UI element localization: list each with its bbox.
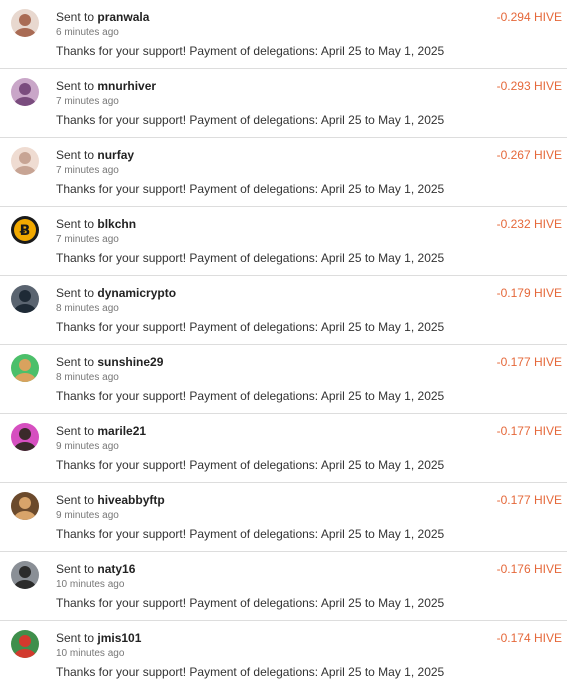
transfer-prefix: Sent to	[56, 217, 95, 231]
transfer-amount: -0.293 HIVE	[496, 79, 562, 93]
recipient-link[interactable]: marile21	[97, 424, 146, 438]
transfer-title: Sent to nurfay	[56, 148, 134, 162]
transfer-title: Sent to blkchn	[56, 217, 136, 231]
transfer-row: Sent to pranwala 6 minutes ago Thanks fo…	[0, 0, 567, 69]
transfer-amount: -0.174 HIVE	[496, 631, 562, 645]
transfer-amount: -0.177 HIVE	[496, 424, 562, 438]
transfer-memo: Thanks for your support! Payment of dele…	[56, 527, 445, 541]
transfer-time: 9 minutes ago	[56, 510, 119, 521]
transfer-amount: -0.267 HIVE	[496, 148, 562, 162]
user-avatar-icon[interactable]	[11, 492, 39, 520]
user-avatar-icon[interactable]	[11, 78, 39, 106]
transfer-row: Sent to sunshine29 8 minutes ago Thanks …	[0, 345, 567, 414]
recipient-link[interactable]: pranwala	[97, 10, 149, 24]
transfer-prefix: Sent to	[56, 355, 95, 369]
user-avatar-icon[interactable]	[11, 561, 39, 589]
recipient-link[interactable]: naty16	[97, 562, 135, 576]
transfer-row: Sent to nurfay 7 minutes ago Thanks for …	[0, 138, 567, 207]
transfer-list: Sent to pranwala 6 minutes ago Thanks fo…	[0, 0, 567, 690]
transfer-prefix: Sent to	[56, 424, 95, 438]
transfer-time: 10 minutes ago	[56, 648, 125, 659]
transfer-memo: Thanks for your support! Payment of dele…	[56, 182, 445, 196]
transfer-time: 8 minutes ago	[56, 303, 119, 314]
transfer-prefix: Sent to	[56, 148, 95, 162]
recipient-link[interactable]: blkchn	[97, 217, 136, 231]
transfer-time: 7 minutes ago	[56, 234, 119, 245]
transfer-memo: Thanks for your support! Payment of dele…	[56, 665, 445, 679]
transfer-row: Sent to mnurhiver 7 minutes ago Thanks f…	[0, 69, 567, 138]
transfer-amount: -0.177 HIVE	[496, 493, 562, 507]
transfer-amount: -0.232 HIVE	[496, 217, 562, 231]
transfer-row: Ƀ Sent to blkchn 7 minutes ago Thanks fo…	[0, 207, 567, 276]
transfer-prefix: Sent to	[56, 10, 95, 24]
recipient-link[interactable]: dynamicrypto	[97, 286, 176, 300]
transfer-time: 8 minutes ago	[56, 372, 119, 383]
transfer-memo: Thanks for your support! Payment of dele…	[56, 389, 445, 403]
user-avatar-icon[interactable]	[11, 9, 39, 37]
transfer-prefix: Sent to	[56, 562, 95, 576]
transfer-title: Sent to jmis101	[56, 631, 141, 645]
recipient-link[interactable]: jmis101	[97, 631, 141, 645]
transfer-row: Sent to jmis101 10 minutes ago Thanks fo…	[0, 621, 567, 690]
transfer-title: Sent to dynamicrypto	[56, 286, 176, 300]
transfer-title: Sent to mnurhiver	[56, 79, 156, 93]
transfer-time: 6 minutes ago	[56, 27, 119, 38]
transfer-row: Sent to marile21 9 minutes ago Thanks fo…	[0, 414, 567, 483]
transfer-time: 10 minutes ago	[56, 579, 125, 590]
recipient-link[interactable]: nurfay	[97, 148, 134, 162]
bitcoin-icon[interactable]: Ƀ	[11, 216, 39, 244]
transfer-row: Sent to dynamicrypto 8 minutes ago Thank…	[0, 276, 567, 345]
transfer-time: 9 minutes ago	[56, 441, 119, 452]
transfer-amount: -0.294 HIVE	[496, 10, 562, 24]
transfer-row: Sent to naty16 10 minutes ago Thanks for…	[0, 552, 567, 621]
transfer-title: Sent to naty16	[56, 562, 135, 576]
user-avatar-icon[interactable]	[11, 354, 39, 382]
transfer-memo: Thanks for your support! Payment of dele…	[56, 596, 445, 610]
transfer-memo: Thanks for your support! Payment of dele…	[56, 251, 445, 265]
transfer-amount: -0.177 HIVE	[496, 355, 562, 369]
recipient-link[interactable]: sunshine29	[97, 355, 163, 369]
transfer-title: Sent to sunshine29	[56, 355, 163, 369]
user-avatar-icon[interactable]	[11, 630, 39, 658]
transfer-memo: Thanks for your support! Payment of dele…	[56, 320, 445, 334]
transfer-amount: -0.176 HIVE	[496, 562, 562, 576]
transfer-memo: Thanks for your support! Payment of dele…	[56, 44, 445, 58]
transfer-memo: Thanks for your support! Payment of dele…	[56, 458, 445, 472]
transfer-row: Sent to hiveabbyftp 9 minutes ago Thanks…	[0, 483, 567, 552]
user-avatar-icon[interactable]	[11, 285, 39, 313]
user-avatar-icon[interactable]	[11, 147, 39, 175]
transfer-title: Sent to marile21	[56, 424, 146, 438]
recipient-link[interactable]: hiveabbyftp	[97, 493, 164, 507]
recipient-link[interactable]: mnurhiver	[97, 79, 156, 93]
transfer-prefix: Sent to	[56, 493, 95, 507]
svg-text:Ƀ: Ƀ	[20, 223, 31, 239]
transfer-title: Sent to hiveabbyftp	[56, 493, 165, 507]
transfer-title: Sent to pranwala	[56, 10, 149, 24]
transfer-time: 7 minutes ago	[56, 165, 119, 176]
transfer-amount: -0.179 HIVE	[496, 286, 562, 300]
transfer-memo: Thanks for your support! Payment of dele…	[56, 113, 445, 127]
transfer-time: 7 minutes ago	[56, 96, 119, 107]
transfer-prefix: Sent to	[56, 286, 95, 300]
user-avatar-icon[interactable]	[11, 423, 39, 451]
transfer-prefix: Sent to	[56, 79, 95, 93]
transfer-prefix: Sent to	[56, 631, 95, 645]
